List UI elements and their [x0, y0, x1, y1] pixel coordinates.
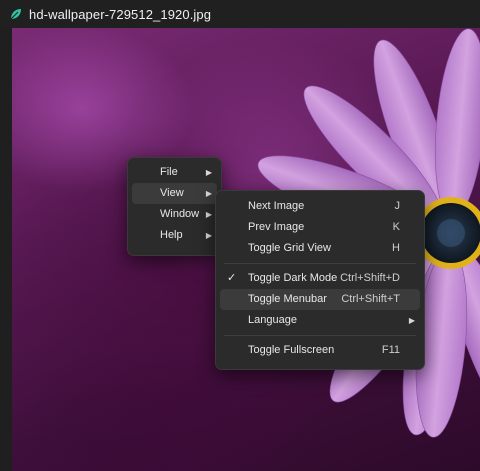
menu-item-label: Window — [160, 208, 200, 220]
chevron-right-icon: ▶ — [205, 210, 212, 219]
menu-item-window[interactable]: Window ▶ — [132, 204, 217, 225]
menu-item-label: Toggle Fullscreen — [248, 344, 335, 356]
menu-item-language[interactable]: Language ▶ — [220, 310, 420, 331]
menu-item-label: Next Image — [248, 200, 305, 212]
checkmark-icon: ✓ — [227, 272, 237, 284]
menu-item-label: Language — [248, 314, 297, 326]
window-title: hd-wallpaper-729512_1920.jpg — [29, 6, 212, 22]
view-submenu: Next Image J Prev Image K Toggle Grid Vi… — [215, 190, 425, 370]
chevron-right-icon: ▶ — [408, 316, 415, 325]
chevron-right-icon: ▶ — [205, 189, 212, 198]
chevron-right-icon: ▶ — [205, 231, 212, 240]
menu-item-file[interactable]: File ▶ — [132, 162, 217, 183]
shortcut-label: Ctrl+Shift+D — [340, 272, 400, 284]
menu-item-next-image[interactable]: Next Image J — [220, 196, 420, 217]
shortcut-label: K — [392, 221, 400, 233]
menu-item-label: View — [160, 187, 184, 199]
menu-item-label: Help — [160, 229, 183, 241]
menu-item-help[interactable]: Help ▶ — [132, 225, 217, 246]
menu-item-toggle-fullscreen[interactable]: Toggle Fullscreen F11 — [220, 340, 420, 361]
menu-item-label: Prev Image — [248, 221, 305, 233]
menu-separator — [224, 263, 416, 264]
leaf-icon — [9, 7, 23, 21]
menu-item-toggle-dark-mode[interactable]: ✓ Toggle Dark Mode Ctrl+Shift+D — [220, 268, 420, 289]
menu-item-toggle-grid-view[interactable]: Toggle Grid View H — [220, 238, 420, 259]
shortcut-label: Ctrl+Shift+T — [341, 293, 400, 305]
menu-item-label: File — [160, 166, 178, 178]
menu-item-view[interactable]: View ▶ — [132, 183, 217, 204]
menu-item-toggle-menubar[interactable]: Toggle Menubar Ctrl+Shift+T — [220, 289, 420, 310]
title-bar: hd-wallpaper-729512_1920.jpg — [0, 0, 480, 28]
menu-item-prev-image[interactable]: Prev Image K — [220, 217, 420, 238]
shortcut-label: H — [392, 242, 400, 254]
context-menu: File ▶ View ▶ Window ▶ Help ▶ — [127, 157, 222, 256]
shortcut-label: F11 — [381, 344, 400, 356]
menu-separator — [224, 335, 416, 336]
chevron-right-icon: ▶ — [205, 168, 212, 177]
shortcut-label: J — [394, 200, 401, 212]
menu-item-label: Toggle Dark Mode — [248, 272, 338, 284]
menu-item-label: Toggle Menubar — [248, 293, 327, 305]
menu-item-label: Toggle Grid View — [248, 242, 331, 254]
